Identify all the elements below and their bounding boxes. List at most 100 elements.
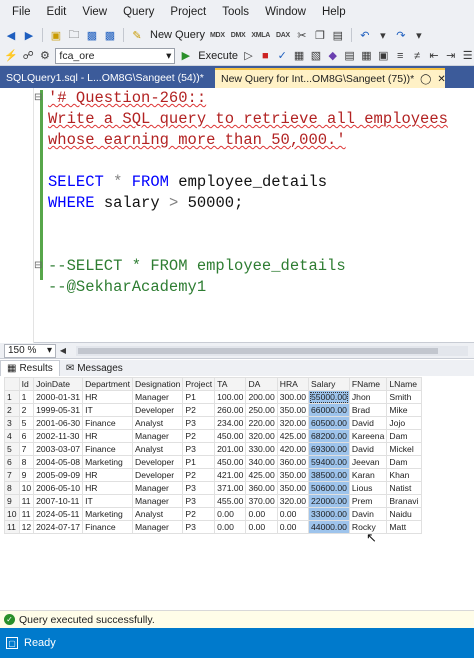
cell-designation[interactable]: Analyst [131, 416, 184, 430]
cell-project[interactable]: P3 [182, 481, 216, 495]
row-number-cell[interactable]: 5 [4, 442, 20, 456]
execute-button[interactable]: Execute [198, 50, 238, 62]
cell-project[interactable]: P2 [182, 507, 216, 521]
dmx-query-button[interactable]: DMX [230, 32, 247, 39]
menu-item-help[interactable]: Help [314, 6, 354, 18]
undo-dropdown-icon[interactable]: ▾ [376, 28, 390, 42]
cell-designation[interactable]: Manager [131, 481, 184, 495]
cell-salary[interactable]: 22000.00 [308, 494, 350, 508]
cell-project[interactable]: P2 [182, 403, 216, 417]
dax-query-button[interactable]: DAX [275, 32, 291, 39]
cell-da[interactable]: 320.00 [245, 429, 278, 443]
cell-department[interactable]: Finance [82, 416, 133, 430]
cell-da[interactable]: 250.00 [245, 403, 278, 417]
cancel-query-icon[interactable]: ■ [259, 49, 272, 63]
cell-project[interactable]: P3 [182, 494, 216, 508]
cell-da[interactable]: 220.00 [245, 416, 278, 430]
cell-hra[interactable]: 420.00 [276, 442, 310, 456]
row-number-cell[interactable]: 9 [4, 494, 20, 508]
cell-salary[interactable]: 68200.00 [308, 429, 350, 443]
mdx-query-button[interactable]: MDX [209, 32, 226, 39]
results-to-text-icon[interactable]: ▤ [343, 49, 356, 63]
cell-fname[interactable]: Brad [348, 403, 388, 417]
cell-hra[interactable]: 425.00 [276, 429, 310, 443]
cell-fname[interactable]: David [348, 416, 388, 430]
cell-designation[interactable]: Analyst [131, 442, 184, 456]
cell-da[interactable]: 0.00 [245, 520, 278, 534]
menu-item-tools[interactable]: Tools [214, 6, 257, 18]
cell-ta[interactable]: 371.00 [214, 481, 247, 495]
cell-id[interactable]: 5 [18, 416, 35, 430]
cell-salary[interactable]: 50600.00 [308, 481, 350, 495]
query-options-icon[interactable]: ▧ [309, 49, 322, 63]
cell-da[interactable]: 370.00 [245, 494, 278, 508]
cell-ta[interactable]: 201.00 [214, 442, 247, 456]
column-header-hra[interactable]: HRA [276, 377, 310, 391]
cell-department[interactable]: HR [82, 429, 133, 443]
row-number-cell[interactable]: 6 [4, 455, 20, 469]
cell-joindate[interactable]: 2024-07-17 [33, 520, 84, 534]
cell-project[interactable]: P3 [182, 442, 216, 456]
increase-indent-icon[interactable]: ⇥ [444, 49, 457, 63]
column-header-fname[interactable]: FName [348, 377, 388, 391]
cell-fname[interactable]: Karan [348, 468, 388, 482]
tab-new-query[interactable]: New Query for Int...OM8G\Sangeet (75))* … [215, 68, 446, 88]
cell-id[interactable]: 11 [18, 494, 35, 508]
cell-id[interactable]: 12 [18, 520, 35, 534]
cell-ta[interactable]: 421.00 [214, 468, 247, 482]
cell-da[interactable]: 340.00 [245, 455, 278, 469]
intellisense-icon[interactable]: ◆ [326, 49, 339, 63]
table-row[interactable]: 7 9 2005-09-09 HR Developer P2 421.00 425.00 350… [4, 468, 422, 482]
row-number-cell[interactable]: 1 [4, 390, 20, 404]
new-query-icon[interactable]: ✎ [130, 28, 144, 42]
cell-fname[interactable]: Lious [348, 481, 388, 495]
new-query-button[interactable]: New Query [150, 29, 205, 41]
cell-project[interactable]: P1 [182, 390, 216, 404]
row-number-cell[interactable]: 8 [4, 481, 20, 495]
cell-designation[interactable]: Developer [131, 468, 184, 482]
menu-item-project[interactable]: Project [162, 6, 214, 18]
cell-lname[interactable]: Natist [386, 481, 422, 495]
save-all-icon[interactable]: ▩ [103, 28, 117, 42]
open-file-icon[interactable]: 🗀 [67, 28, 81, 42]
cell-id[interactable]: 8 [18, 455, 35, 469]
cell-fname[interactable]: Jeevan [348, 455, 388, 469]
column-header-joindate[interactable]: JoinDate [33, 377, 84, 391]
cell-designation[interactable]: Developer [131, 403, 184, 417]
decrease-indent-icon[interactable]: ⇤ [428, 49, 441, 63]
cell-salary[interactable]: 44000.00 [308, 520, 350, 534]
table-row[interactable]: 3 5 2001-06-30 Finance Analyst P3 234.00 220.00… [4, 416, 422, 430]
column-header-lname[interactable]: LName [386, 377, 422, 391]
row-number-cell[interactable]: 3 [4, 416, 20, 430]
cell-id[interactable]: 7 [18, 442, 35, 456]
cell-id[interactable]: 2 [18, 403, 35, 417]
cell-hra[interactable]: 320.00 [276, 416, 310, 430]
cell-department[interactable]: Marketing [82, 455, 133, 469]
row-number-cell[interactable]: 11 [4, 520, 20, 534]
table-row[interactable]: 2 2 1999-05-31 IT Developer P2 260.00 250.00 350… [4, 403, 422, 417]
cell-department[interactable]: Finance [82, 520, 133, 534]
table-row[interactable]: 6 8 2004-05-08 Marketing Developer P1 450.00 34… [4, 455, 422, 469]
column-header-designation[interactable]: Designation [131, 377, 184, 391]
cell-project[interactable]: P2 [182, 468, 216, 482]
tab-sqlquery1[interactable]: SQLQuery1.sql - L...OM8G\Sangeet (54))* [0, 68, 215, 88]
results-to-file-icon[interactable]: ▣ [377, 49, 390, 63]
menu-item-window[interactable]: Window [257, 6, 314, 18]
cell-joindate[interactable]: 2000-01-31 [33, 390, 84, 404]
cell-da[interactable]: 0.00 [245, 507, 278, 521]
uncomment-icon[interactable]: ≠ [411, 49, 424, 63]
cell-lname[interactable]: Khan [386, 468, 422, 482]
horizontal-scrollbar[interactable] [76, 345, 468, 356]
cell-joindate[interactable]: 2024-05-11 [33, 507, 84, 521]
change-connection-icon[interactable]: ☍ [22, 49, 35, 63]
cell-hra[interactable]: 350.00 [276, 481, 310, 495]
cell-fname[interactable]: Kareena [348, 429, 388, 443]
menu-item-query[interactable]: Query [115, 6, 162, 18]
cell-project[interactable]: P3 [182, 416, 216, 430]
redo-icon[interactable]: ↷ [394, 28, 408, 42]
column-header-salary[interactable]: Salary [308, 377, 350, 391]
cell-salary[interactable]: 59400.00 [308, 455, 350, 469]
connect-icon[interactable]: ⚡ [4, 49, 18, 63]
cell-hra[interactable]: 350.00 [276, 468, 310, 482]
settings-icon[interactable]: ⚙ [39, 49, 52, 63]
